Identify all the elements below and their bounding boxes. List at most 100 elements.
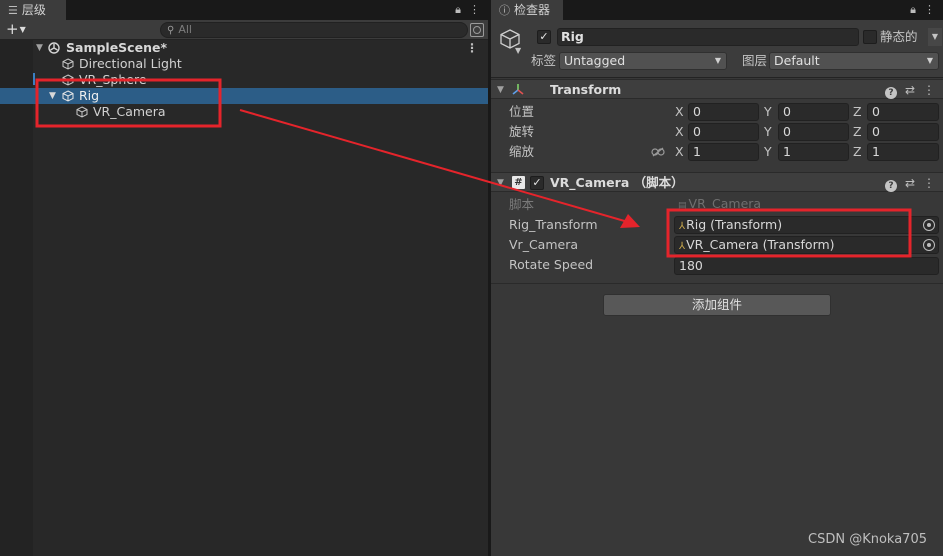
preset-icon[interactable]: ⇄ (905, 83, 915, 97)
help-icon[interactable]: ? (884, 87, 897, 99)
rotate-speed-field[interactable]: 180 (674, 257, 939, 275)
foldout-arrow-icon[interactable]: ▼ (36, 40, 43, 56)
list-icon: ☰ (8, 4, 18, 17)
script-file-icon: ▤ (678, 201, 687, 211)
rig-transform-field[interactable]: ⅄Rig (Transform) (674, 216, 939, 234)
layer-dropdown[interactable]: Default ▼ (769, 52, 939, 70)
inspector-tab-actions: 🔒︎ ⋮ (902, 0, 935, 20)
transform-header-actions: ? ⇄ ⋮ (877, 80, 935, 100)
rotation-y-field[interactable]: 0 (778, 123, 849, 141)
chevron-down-icon: ▼ (931, 32, 939, 41)
hierarchy-item-vr-camera[interactable]: VR_Camera (0, 104, 488, 120)
script-header-actions: ? ⇄ ⋮ (877, 173, 935, 193)
search-options-icon[interactable] (470, 23, 484, 37)
hierarchy-item-directional-light[interactable]: Directional Light (0, 56, 488, 72)
preset-icon[interactable]: ⇄ (905, 176, 915, 190)
scale-x-field[interactable]: 1 (688, 143, 759, 161)
object-picker-icon[interactable] (923, 239, 935, 251)
active-checkbox[interactable]: ✓ (537, 30, 551, 44)
axis-z-label: Z (853, 124, 862, 139)
csharp-script-icon: # (512, 176, 525, 189)
chevron-down-icon[interactable]: ▼ (515, 46, 521, 55)
foldout-arrow-icon[interactable]: ▼ (497, 173, 504, 193)
help-icon[interactable]: ? (884, 180, 897, 192)
chevron-down-icon: ▼ (19, 25, 26, 34)
tab-hierarchy[interactable]: ☰ 层级 (0, 0, 66, 20)
foldout-arrow-icon[interactable]: ▼ (497, 80, 504, 100)
tag-label: 标签 (531, 53, 557, 68)
search-icon: ⚲ (167, 25, 175, 36)
kebab-menu-icon[interactable]: ⋮ (923, 83, 935, 97)
gameobject-cube-icon (76, 106, 88, 118)
rig-transform-label: Rig_Transform (509, 217, 598, 232)
info-icon: ⓘ (499, 4, 510, 17)
gameobject-cube-icon (62, 74, 74, 86)
add-component-button[interactable]: 添加组件 (603, 294, 831, 316)
script-component-title: VR_Camera （脚本） (550, 175, 684, 190)
component-enabled-checkbox[interactable]: ✓ (530, 176, 544, 190)
gameobject-cube-icon (62, 90, 74, 102)
position-y-field[interactable]: 0 (778, 103, 849, 121)
object-picker-icon[interactable] (923, 219, 935, 231)
axis-z-label: Z (853, 144, 862, 159)
separator (491, 283, 943, 284)
hierarchy-panel: ☰ 层级 🔒︎ ⋮ +▼ ⚲ All ▼ SampleScene* ⋮ Directi… (0, 0, 488, 556)
search-input[interactable]: ⚲ All (160, 22, 468, 38)
tag-dropdown[interactable]: Untagged ▼ (559, 52, 727, 70)
transform-header[interactable]: ▼ Transform ? ⇄ ⋮ (491, 79, 943, 99)
lock-icon[interactable]: 🔒︎ (910, 3, 916, 16)
lock-icon[interactable]: 🔒︎ (455, 3, 461, 16)
rotate-speed-label: Rotate Speed (509, 257, 594, 272)
vr-camera-label: Vr_Camera (509, 237, 578, 252)
kebab-menu-icon[interactable]: ⋮ (924, 3, 935, 16)
static-checkbox[interactable] (863, 30, 877, 44)
axis-y-label: Y (764, 144, 772, 159)
rotation-z-field[interactable]: 0 (867, 123, 939, 141)
scale-label: 缩放 (509, 144, 535, 159)
transform-axes-icon (512, 84, 524, 95)
rotation-label: 旋转 (509, 124, 535, 139)
hierarchy-item-rig[interactable]: ▼ Rig (0, 88, 488, 104)
axis-y-label: Y (764, 124, 772, 139)
scene-row[interactable]: ▼ SampleScene* ⋮ (0, 40, 488, 56)
transform-icon: ⅄ (679, 241, 686, 252)
axis-y-label: Y (764, 104, 772, 119)
inspector-tabbar: ⓘ 检查器 🔒︎ ⋮ (491, 0, 943, 20)
axis-z-label: Z (853, 104, 862, 119)
hierarchy-toolbar: +▼ ⚲ All (0, 20, 488, 40)
layer-label: 图层 (742, 53, 768, 68)
static-dropdown[interactable]: ▼ (928, 28, 942, 46)
static-label: 静态的 (880, 29, 918, 44)
vr-camera-field[interactable]: ⅄VR_Camera (Transform) (674, 236, 939, 254)
scale-z-field[interactable]: 1 (867, 143, 939, 161)
position-x-field[interactable]: 0 (688, 103, 759, 121)
script-component-header[interactable]: ▼ # ✓ VR_Camera （脚本） ? ⇄ ⋮ (491, 172, 943, 192)
constrain-proportions-icon[interactable] (651, 147, 665, 157)
scene-menu-icon[interactable]: ⋮ (466, 40, 478, 56)
tab-inspector[interactable]: ⓘ 检查器 (491, 0, 563, 20)
scale-y-field[interactable]: 1 (778, 143, 849, 161)
rotation-x-field[interactable]: 0 (688, 123, 759, 141)
scene-name: SampleScene* (66, 40, 167, 55)
kebab-menu-icon[interactable]: ⋮ (469, 3, 480, 16)
create-button[interactable]: +▼ (6, 20, 26, 40)
hierarchy-tabbar: ☰ 层级 🔒︎ ⋮ (0, 0, 488, 20)
kebab-menu-icon[interactable]: ⋮ (923, 176, 935, 190)
foldout-arrow-icon[interactable]: ▼ (49, 88, 56, 104)
gameobject-cube-icon (62, 58, 74, 70)
script-label: 脚本 (509, 197, 535, 212)
axis-x-label: X (675, 144, 684, 159)
inspector-panel: ⓘ 检查器 🔒︎ ⋮ ▼ ✓ Rig 静态的 ▼ 标签 Untagged ▼ 图层 D… (491, 0, 943, 556)
chevron-down-icon: ▼ (926, 56, 933, 65)
script-field: ▤ VR_Camera (678, 196, 762, 211)
hierarchy-tab-actions: 🔒︎ ⋮ (447, 0, 480, 20)
position-z-field[interactable]: 0 (867, 103, 939, 121)
gameobject-header: ▼ ✓ Rig 静态的 ▼ 标签 Untagged ▼ 图层 Default ▼ (491, 20, 943, 78)
watermark: CSDN @Knoka705 (808, 532, 927, 547)
hierarchy-item-vr-sphere[interactable]: VR_Sphere (0, 72, 488, 88)
chevron-down-icon: ▼ (714, 56, 721, 65)
transform-icon: ⅄ (679, 221, 686, 232)
axis-x-label: X (675, 104, 684, 119)
object-name-field[interactable]: Rig (557, 28, 859, 46)
transform-title: Transform (550, 82, 622, 97)
